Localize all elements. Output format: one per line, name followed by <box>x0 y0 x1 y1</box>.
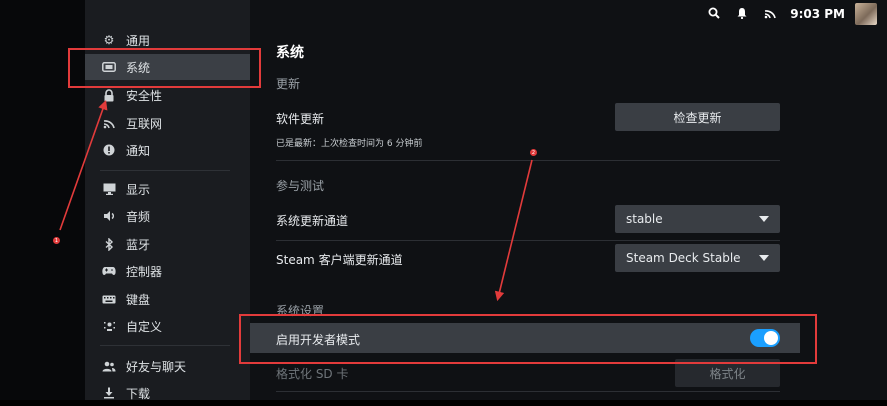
annotation-arrow-1 <box>59 99 108 231</box>
annotation-arrows <box>59 99 533 302</box>
annotation-arrow-2 <box>494 159 533 302</box>
